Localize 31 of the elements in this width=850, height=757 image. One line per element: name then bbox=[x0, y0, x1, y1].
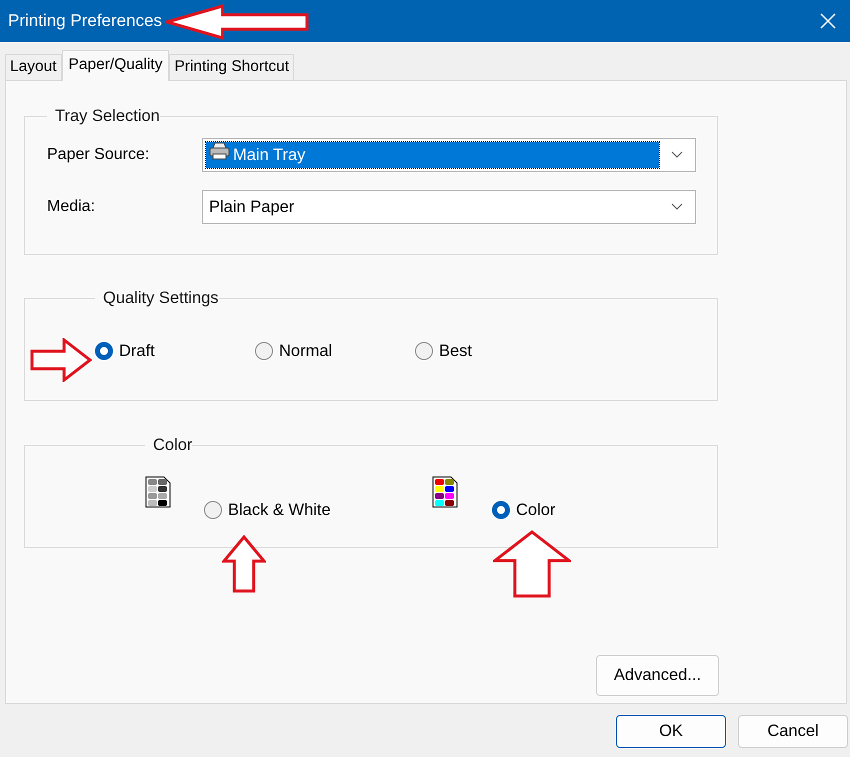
annotation-arrow-icon bbox=[30, 338, 92, 382]
advanced-button[interactable]: Advanced... bbox=[596, 655, 719, 696]
radio-option[interactable]: Color bbox=[492, 499, 556, 521]
printer-icon bbox=[209, 142, 231, 160]
radio-option[interactable]: Black & White bbox=[204, 499, 331, 521]
annotation-arrow-icon bbox=[222, 535, 266, 593]
window-title: Printing Preferences bbox=[8, 11, 162, 31]
tab[interactable]: Paper/Quality bbox=[62, 50, 170, 81]
color-chart-icon bbox=[432, 476, 458, 508]
group-title: Color bbox=[152, 436, 192, 455]
radio-option[interactable]: Normal bbox=[255, 340, 415, 362]
dropdown[interactable]: Main Tray bbox=[202, 138, 696, 172]
ok-button[interactable]: OK bbox=[616, 715, 726, 748]
cancel-button[interactable]: Cancel bbox=[738, 715, 848, 748]
color-chart-icon bbox=[145, 476, 171, 508]
tab[interactable]: Layout bbox=[5, 54, 62, 80]
field-label: Media: bbox=[47, 198, 96, 216]
radio-option[interactable]: Best bbox=[415, 340, 575, 362]
annotation-arrow-icon bbox=[493, 530, 571, 598]
caret-icon bbox=[671, 151, 683, 159]
dropdown-value: Plain Paper bbox=[208, 196, 296, 218]
dropdown-value: Main Tray bbox=[206, 142, 659, 168]
annotation-arrow-icon bbox=[165, 4, 309, 40]
radio-option[interactable]: Draft bbox=[95, 340, 255, 362]
caret-icon bbox=[671, 203, 683, 211]
dropdown[interactable]: Plain Paper bbox=[202, 190, 696, 224]
tab[interactable]: Printing Shortcut bbox=[169, 54, 294, 80]
close-icon[interactable] bbox=[820, 13, 836, 29]
group-title: Quality Settings bbox=[102, 289, 219, 308]
group-title: Tray Selection bbox=[54, 107, 160, 126]
field-label: Paper Source: bbox=[47, 146, 150, 164]
